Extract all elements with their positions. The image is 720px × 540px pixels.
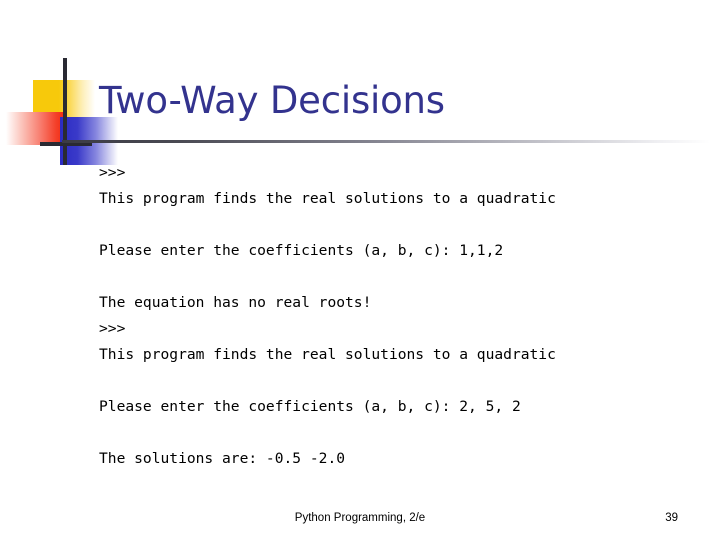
console-line-blank-2 bbox=[99, 264, 699, 290]
footer-page-number: 39 bbox=[665, 512, 678, 524]
console-line-result-1: The equation has no real roots! bbox=[99, 294, 372, 311]
console-line-prompt-2: >>> bbox=[99, 320, 135, 337]
decoration-red-square bbox=[6, 112, 63, 145]
title-underline-rule bbox=[62, 140, 710, 143]
console-line-result-2: The solutions are: -0.5 -2.0 bbox=[99, 450, 346, 467]
console-line-prompt-1: >>> bbox=[99, 164, 135, 181]
console-line-blank-1 bbox=[99, 212, 699, 238]
footer-credit: Python Programming, 2/e bbox=[294, 512, 426, 524]
page-title: Two-Way Decisions bbox=[99, 79, 445, 122]
console-line-intro-2: This program finds the real solutions to… bbox=[99, 346, 556, 363]
console-output: >>> This program finds the real solution… bbox=[99, 160, 699, 472]
console-line-blank-4 bbox=[99, 420, 699, 446]
console-line-blank-3 bbox=[99, 368, 699, 394]
console-line-coefficients-1: Please enter the coefficients (a, b, c):… bbox=[99, 242, 504, 259]
console-line-intro-1: This program finds the real solutions to… bbox=[99, 190, 556, 207]
console-line-coefficients-2: Please enter the coefficients (a, b, c):… bbox=[99, 398, 521, 415]
decoration-vertical-rule bbox=[63, 58, 67, 165]
